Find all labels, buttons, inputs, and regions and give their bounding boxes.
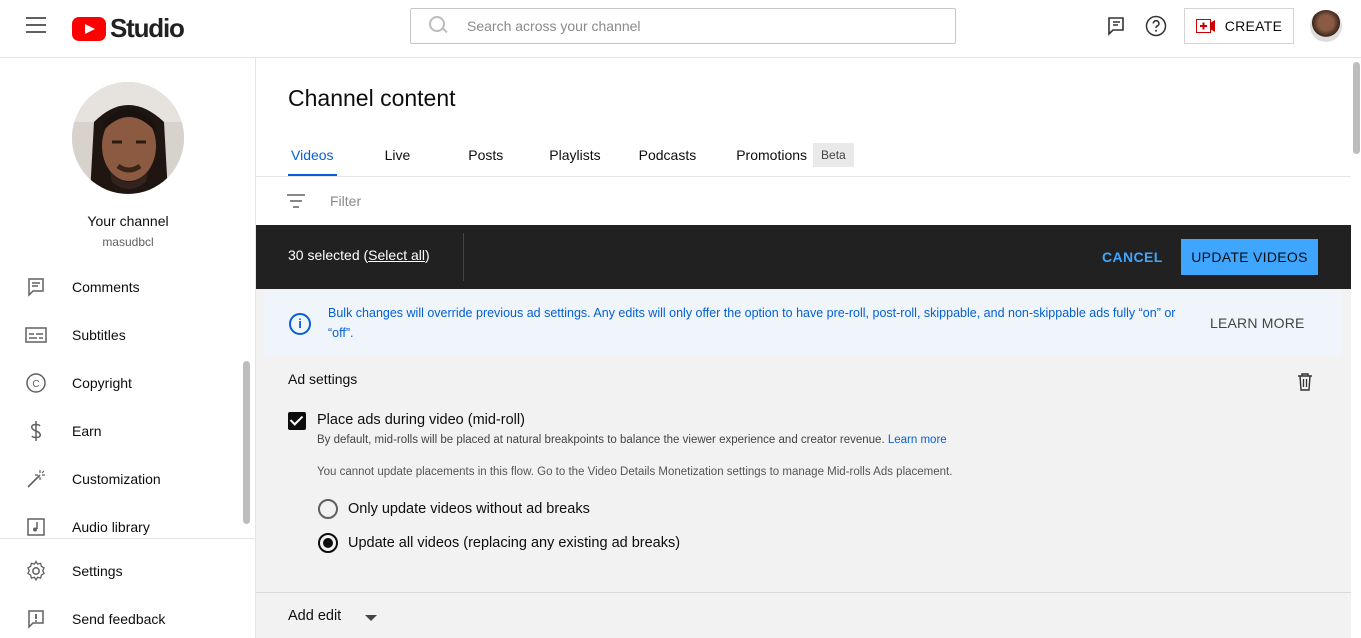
audio-library-icon <box>25 516 47 538</box>
learn-more-button[interactable]: LEARN MORE <box>1210 315 1305 331</box>
filter-bar[interactable]: Filter <box>256 177 1351 225</box>
selection-count-text: 30 selected ( <box>288 247 369 263</box>
sidebar-item-label: Subtitles <box>72 327 126 343</box>
help-icon[interactable] <box>1144 14 1168 38</box>
tab-podcasts[interactable]: Podcasts <box>639 133 697 177</box>
cancel-button[interactable]: CANCEL <box>1090 239 1175 275</box>
studio-logo[interactable]: Studio <box>72 13 185 44</box>
beta-badge: Beta <box>813 143 854 167</box>
channel-avatar[interactable] <box>72 82 184 194</box>
selection-bar: 30 selected (Select all) CANCEL UPDATE V… <box>256 225 1351 289</box>
sidebar-scrollbar[interactable] <box>243 361 250 524</box>
radio-label-only-without-breaks: Only update videos without ad breaks <box>348 501 590 517</box>
page-title: Channel content <box>288 85 456 111</box>
midroll-description-text: By default, mid-rolls will be placed at … <box>317 434 885 446</box>
sidebar-item-settings[interactable]: Settings <box>0 547 244 595</box>
earn-icon <box>25 420 47 442</box>
channel-title: Your channel <box>87 213 169 229</box>
customization-icon <box>25 468 47 490</box>
tab-posts[interactable]: Posts <box>468 133 503 177</box>
search-input[interactable] <box>467 18 955 34</box>
logo-text: Studio <box>110 13 185 43</box>
channel-handle: masudbcl <box>102 235 154 249</box>
tab-videos[interactable]: Videos <box>288 133 337 177</box>
placement-note: You cannot update placements in this flo… <box>317 466 953 478</box>
create-button[interactable]: CREATE <box>1184 8 1294 44</box>
info-banner: i Bulk changes will override previous ad… <box>264 291 1342 356</box>
sidebar-item-label: Customization <box>72 471 161 487</box>
content-tabs: Videos Live Posts Playlists Podcasts Pro… <box>288 133 854 177</box>
learn-more-link[interactable]: Learn more <box>888 434 947 446</box>
feedback-icon[interactable] <box>1104 14 1128 38</box>
sidebar-divider <box>0 538 256 539</box>
radio-update-all[interactable] <box>318 533 338 553</box>
delete-icon[interactable] <box>1297 373 1313 391</box>
midroll-checkbox[interactable] <box>288 412 306 430</box>
search-icon <box>429 16 449 36</box>
main-scrollbar[interactable] <box>1353 62 1360 154</box>
selection-close-paren: ) <box>424 247 430 263</box>
radio-only-without-breaks[interactable] <box>318 499 338 519</box>
filter-label: Filter <box>330 193 362 209</box>
sidebar-item-subtitles[interactable]: Subtitles <box>0 311 244 359</box>
youtube-logo-icon <box>72 16 106 41</box>
sidebar-item-label: Comments <box>72 279 140 295</box>
selection-divider <box>463 233 464 281</box>
svg-text:C: C <box>32 379 39 390</box>
subtitles-icon <box>25 324 47 346</box>
chevron-down-icon[interactable] <box>365 615 377 621</box>
panel-divider <box>256 592 1351 593</box>
sidebar: Your channel masudbcl Comments Subtitles… <box>0 58 256 638</box>
tab-promotions[interactable]: Promotions Beta <box>736 133 854 177</box>
sidebar-item-send-feedback[interactable]: Send feedback <box>0 595 244 638</box>
sidebar-item-label: Send feedback <box>72 611 166 627</box>
feedback-icon <box>25 608 47 630</box>
info-icon: i <box>289 313 311 335</box>
sidebar-item-copyright[interactable]: C Copyright <box>0 359 244 407</box>
update-videos-button[interactable]: UPDATE VIDEOS <box>1181 239 1318 275</box>
bulk-edit-panel: i Bulk changes will override previous ad… <box>256 289 1351 638</box>
comments-icon <box>25 276 47 298</box>
create-video-icon <box>1195 19 1216 33</box>
midroll-description: By default, mid-rolls will be placed at … <box>317 434 947 446</box>
top-header: Studio CREATE <box>0 0 1361 58</box>
tab-promotions-label: Promotions <box>736 147 808 163</box>
sidebar-item-label: Settings <box>72 563 123 579</box>
selection-count: 30 selected (Select all) <box>288 247 430 263</box>
info-text: Bulk changes will override previous ad s… <box>328 306 1176 340</box>
sidebar-item-earn[interactable]: Earn <box>0 407 244 455</box>
menu-icon[interactable] <box>26 17 46 33</box>
sidebar-item-audio-library[interactable]: Audio library <box>0 503 244 551</box>
sidebar-item-label: Earn <box>72 423 102 439</box>
create-label: CREATE <box>1224 18 1283 34</box>
radio-label-update-all: Update all videos (replacing any existin… <box>348 535 681 551</box>
tab-playlists[interactable]: Playlists <box>549 133 600 177</box>
tab-live[interactable]: Live <box>385 133 411 177</box>
filter-icon[interactable] <box>286 193 306 209</box>
sidebar-item-label: Copyright <box>72 375 132 391</box>
midroll-checkbox-label: Place ads during video (mid-roll) <box>317 412 525 428</box>
account-avatar[interactable] <box>1310 10 1342 42</box>
main-content: Channel content Videos Live Posts Playli… <box>256 58 1361 638</box>
copyright-icon: C <box>25 372 47 394</box>
sidebar-item-comments[interactable]: Comments <box>0 263 244 311</box>
sidebar-item-label: Audio library <box>72 519 150 535</box>
settings-icon <box>25 560 47 582</box>
ad-settings-title: Ad settings <box>288 371 358 387</box>
search-box[interactable] <box>410 8 956 44</box>
add-edit-dropdown[interactable]: Add edit <box>288 608 341 624</box>
sidebar-item-customization[interactable]: Customization <box>0 455 244 503</box>
select-all-link[interactable]: Select all <box>368 247 425 263</box>
